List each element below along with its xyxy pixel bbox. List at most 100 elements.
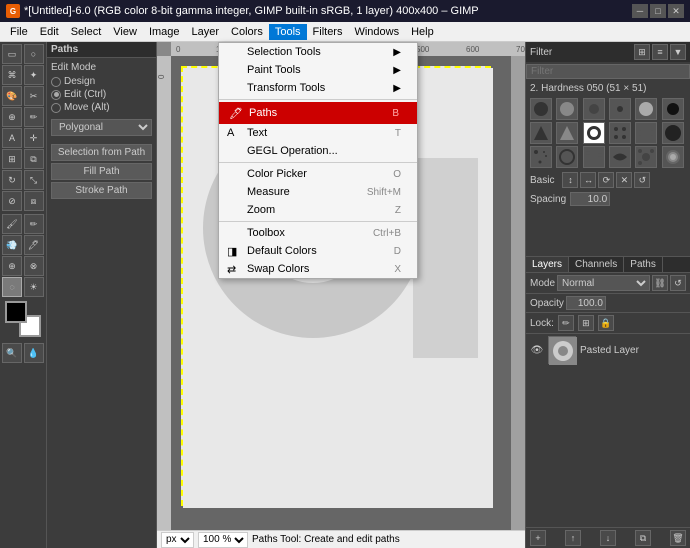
lower-layer-button[interactable]: ↓	[600, 530, 616, 546]
close-button[interactable]: ✕	[668, 4, 684, 18]
tool-color-picker[interactable]: 💧	[24, 343, 44, 363]
polygon-select[interactable]: Polygonal	[51, 119, 152, 136]
mode-select[interactable]: Normal	[557, 275, 650, 291]
tool-pencil[interactable]: ✏	[24, 214, 44, 234]
brush-item[interactable]	[530, 146, 552, 168]
brush-item[interactable]	[609, 146, 631, 168]
tool-align[interactable]: ⊞	[2, 149, 22, 169]
brush-list-icon[interactable]: ≡	[652, 44, 668, 60]
menu-image[interactable]: Image	[143, 24, 186, 40]
delete-layer-button[interactable]: 🗑	[670, 530, 686, 546]
brush-item[interactable]	[583, 122, 605, 144]
tool-ellipse-select[interactable]: ○	[24, 44, 44, 64]
brushes-filter-input[interactable]	[526, 64, 690, 79]
canvas-content[interactable]	[171, 56, 525, 530]
tool-shear[interactable]: ⊘	[2, 191, 22, 211]
scrollbar-vertical[interactable]	[511, 56, 525, 534]
spacing-icon-3[interactable]: ⟳	[598, 172, 614, 188]
radio-move[interactable]	[51, 103, 61, 113]
tool-paint[interactable]: 🖌	[2, 214, 22, 234]
tool-free-select[interactable]: ⌘	[2, 65, 22, 85]
tool-blur[interactable]: ◌	[2, 277, 22, 297]
menu-select[interactable]: Select	[65, 24, 108, 40]
brush-item[interactable]	[583, 98, 605, 120]
menu-tools[interactable]: Tools	[269, 24, 307, 40]
menu-layer[interactable]: Layer	[186, 24, 226, 40]
brush-item[interactable]	[530, 122, 552, 144]
mode-chain-icon[interactable]: ⛓	[652, 275, 668, 291]
mode-reset-icon[interactable]: ↺	[670, 275, 686, 291]
fill-path-button[interactable]: Fill Path	[51, 163, 152, 180]
menu-colors[interactable]: Colors	[225, 24, 269, 40]
tool-select-by-color[interactable]: 🎨	[2, 86, 22, 106]
layer-item[interactable]: 👁 Pasted Layer	[526, 334, 690, 366]
brush-view-icon[interactable]: ⊞	[634, 44, 650, 60]
brush-item[interactable]	[662, 98, 684, 120]
tool-rotate[interactable]: ↻	[2, 170, 22, 190]
spacing-icon-5[interactable]: ↺	[634, 172, 650, 188]
canvas-image[interactable]	[181, 66, 491, 506]
brush-item[interactable]	[635, 98, 657, 120]
brush-item[interactable]	[635, 146, 657, 168]
selection-from-path-button[interactable]: Selection from Path	[51, 144, 152, 161]
tool-paths[interactable]: ✏	[24, 107, 44, 127]
radio-design[interactable]	[51, 77, 61, 87]
tool-text[interactable]: A	[2, 128, 22, 148]
zoom-select[interactable]: 100 %	[198, 532, 248, 548]
brush-item[interactable]	[556, 146, 578, 168]
tool-scissors[interactable]: ✂	[24, 86, 44, 106]
brush-item[interactable]	[583, 146, 605, 168]
tool-perspective[interactable]: ⧈	[24, 191, 44, 211]
tool-move[interactable]: ✛	[24, 128, 44, 148]
tool-fuzzy-select[interactable]: ✦	[24, 65, 44, 85]
maximize-button[interactable]: □	[650, 4, 666, 18]
tool-clone[interactable]: ⊗	[24, 256, 44, 276]
tool-foreground-select[interactable]: ⊕	[2, 107, 22, 127]
stroke-path-button[interactable]: Stroke Path	[51, 182, 152, 199]
brush-item[interactable]	[530, 98, 552, 120]
raise-layer-button[interactable]: ↑	[565, 530, 581, 546]
tab-paths[interactable]: Paths	[624, 257, 663, 272]
menu-edit[interactable]: Edit	[34, 24, 65, 40]
lock-alpha-icon[interactable]: ⊞	[578, 315, 594, 331]
brush-item[interactable]	[609, 122, 631, 144]
new-layer-button[interactable]: +	[530, 530, 546, 546]
mode-move[interactable]: Move (Alt)	[51, 102, 152, 113]
lock-position-icon[interactable]: ✏	[558, 315, 574, 331]
brush-item[interactable]	[635, 122, 657, 144]
spacing-icon-1[interactable]: ↕	[562, 172, 578, 188]
tab-channels[interactable]: Channels	[569, 257, 624, 272]
fg-bg-color-selector[interactable]	[5, 301, 41, 337]
tool-dodge[interactable]: ☀	[24, 277, 44, 297]
mode-design[interactable]: Design	[51, 76, 152, 87]
brush-item[interactable]	[609, 98, 631, 120]
tool-crop[interactable]: ⧉	[24, 149, 44, 169]
mode-edit[interactable]: Edit (Ctrl)	[51, 89, 152, 100]
canvas-area[interactable]: 0 100 200 300 400 500 600 700 0	[157, 42, 525, 548]
tool-zoom[interactable]: 🔍	[2, 343, 22, 363]
foreground-color[interactable]	[5, 301, 27, 323]
spacing-input[interactable]: 10.0	[570, 192, 610, 206]
brush-more-icon[interactable]: ▼	[670, 44, 686, 60]
tool-airbrush[interactable]: 💨	[2, 235, 22, 255]
tool-ink[interactable]: 🖊	[24, 235, 44, 255]
tab-layers[interactable]: Layers	[526, 257, 569, 272]
spacing-icon-4[interactable]: ✕	[616, 172, 632, 188]
menu-windows[interactable]: Windows	[348, 24, 405, 40]
minimize-button[interactable]: ─	[632, 4, 648, 18]
brush-item[interactable]	[662, 146, 684, 168]
unit-select[interactable]: px	[161, 532, 194, 548]
opacity-input[interactable]: 100.0	[566, 296, 606, 310]
spacing-icon-2[interactable]: ↔	[580, 172, 596, 188]
tool-scale[interactable]: ⤡	[24, 170, 44, 190]
brush-item[interactable]	[556, 122, 578, 144]
tool-rect-select[interactable]: ▭	[2, 44, 22, 64]
menu-help[interactable]: Help	[405, 24, 440, 40]
layer-visibility-icon[interactable]: 👁	[530, 343, 544, 357]
radio-edit[interactable]	[51, 90, 61, 100]
menu-view[interactable]: View	[107, 24, 143, 40]
duplicate-layer-button[interactable]: ⧉	[635, 530, 651, 546]
brush-item[interactable]	[556, 98, 578, 120]
lock-all-icon[interactable]: 🔒	[598, 315, 614, 331]
brush-item[interactable]	[662, 122, 684, 144]
